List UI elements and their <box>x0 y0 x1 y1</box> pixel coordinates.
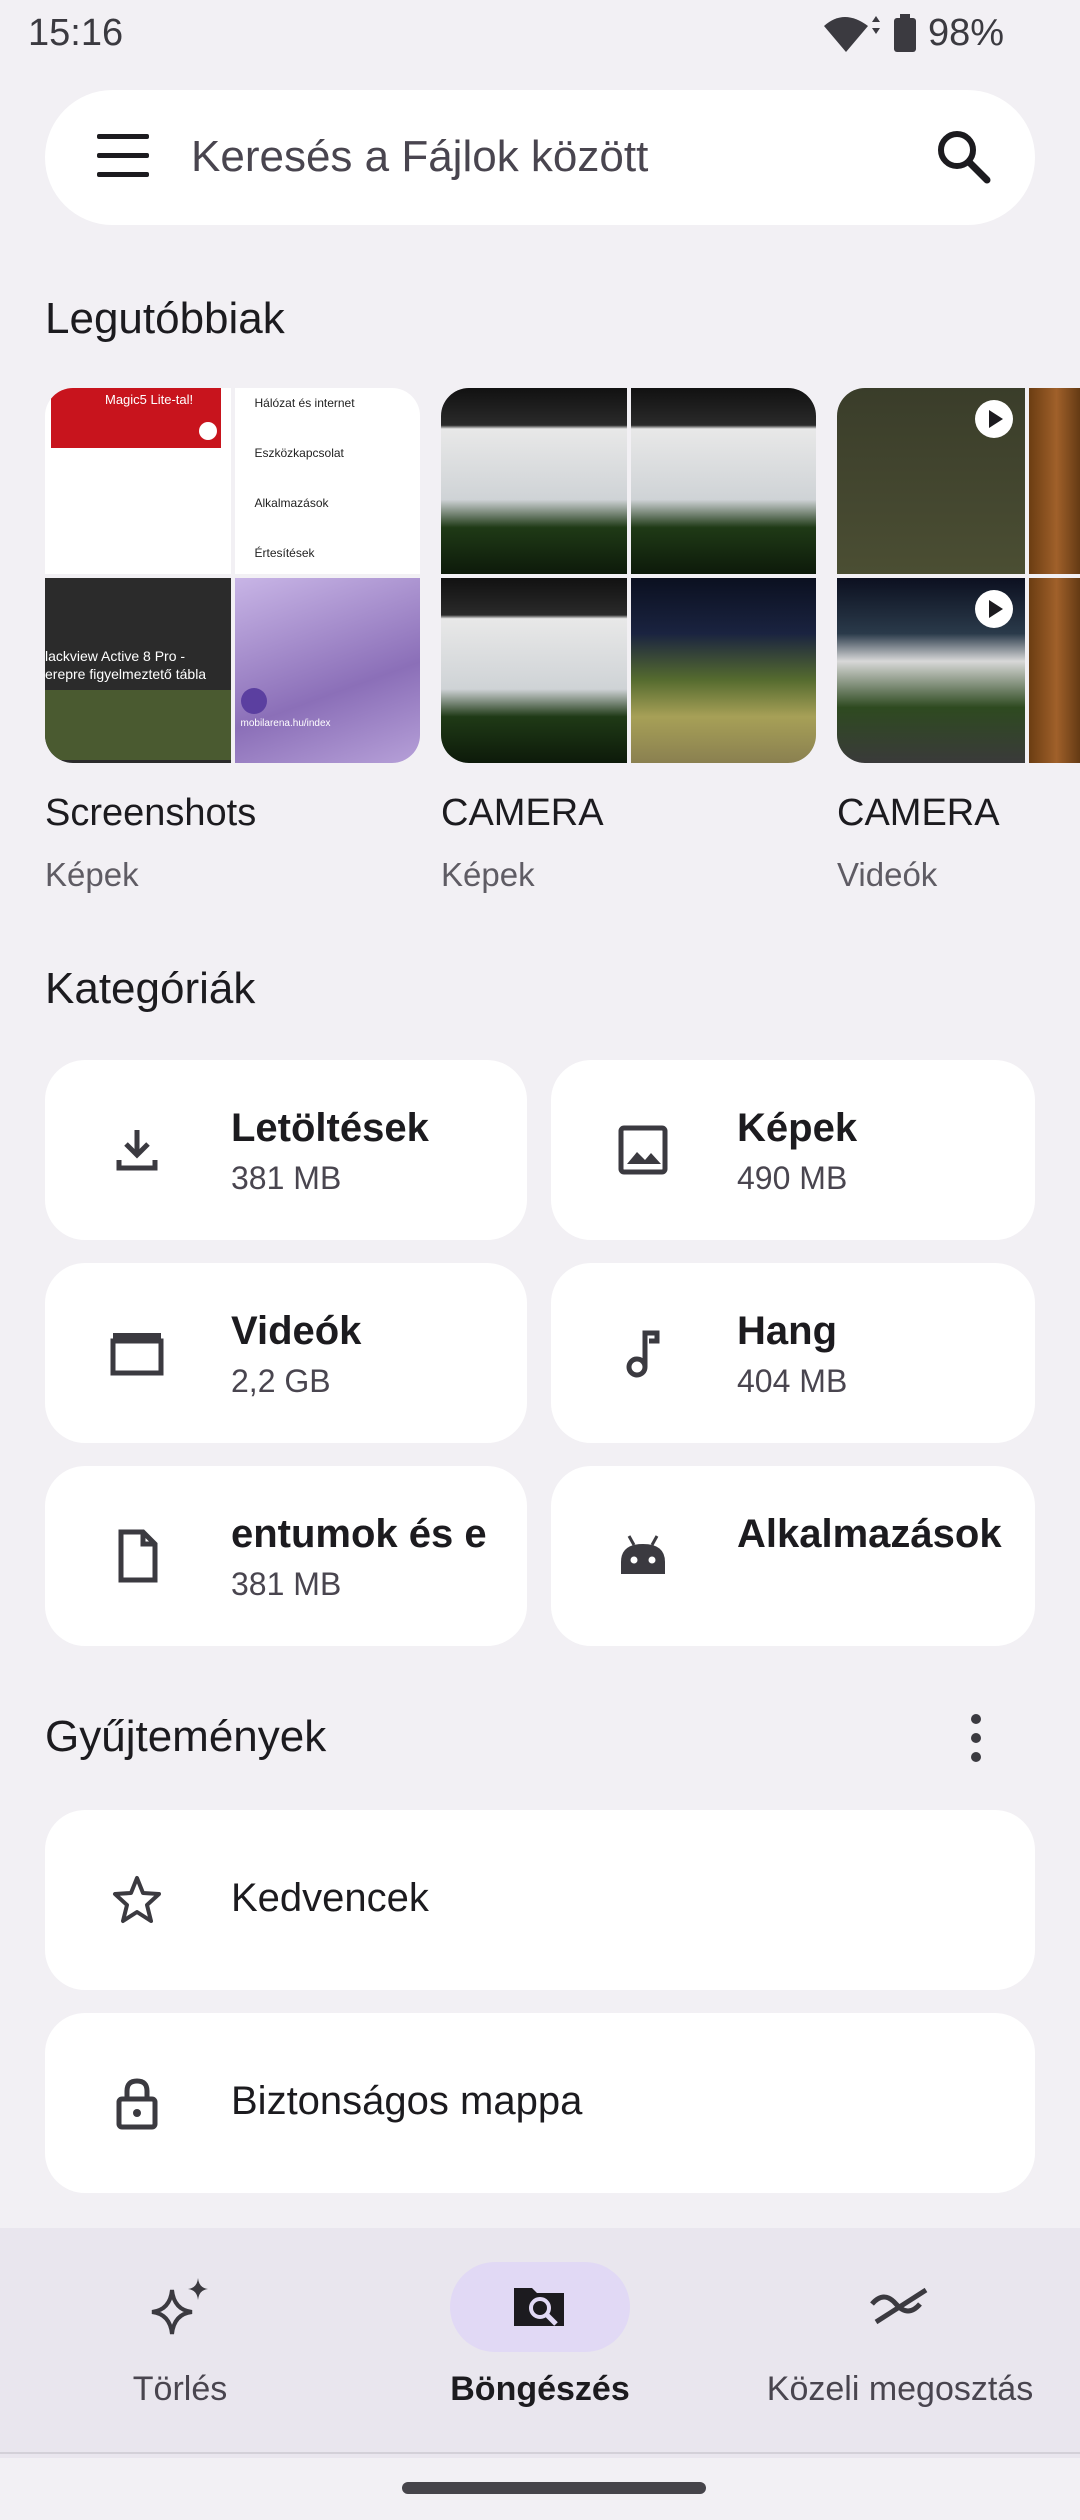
thumb-text: Alkalmazások <box>254 496 329 510</box>
recent-item-type: Képek <box>441 856 535 893</box>
recent-camera-videos-thumb[interactable] <box>837 388 1080 763</box>
thumb-text: Értesítések <box>254 546 315 560</box>
recent-screenshots-thumb[interactable]: Magic5 Lite-tal! Hálózat és internet Esz… <box>45 388 420 763</box>
nav-divider <box>0 2452 1080 2454</box>
category-size: 381 MB <box>231 1160 342 1196</box>
thumb-text: Eszközkapcsolat <box>254 446 344 460</box>
recent-camera-photos-thumb[interactable] <box>441 388 816 763</box>
folder-search-icon <box>514 2288 564 2326</box>
search-icon[interactable] <box>931 124 995 188</box>
category-size: 404 MB <box>737 1363 848 1399</box>
category-documents[interactable]: entumok és e 381 MB <box>45 1466 527 1646</box>
recent-title: Legutóbbiak <box>45 294 285 343</box>
category-name: Hang <box>737 1309 837 1353</box>
category-size: 2,2 GB <box>231 1363 331 1399</box>
nav-item-nearby-share[interactable]: Közeli megosztás <box>720 2228 1080 2458</box>
collection-safe-folder[interactable]: Biztonságos mappa <box>45 2013 1035 2193</box>
category-apps[interactable]: Alkalmazások <box>551 1466 1035 1646</box>
nav-label: Törlés <box>132 2370 228 2408</box>
nav-item-browse[interactable]: Böngészés <box>360 2228 720 2458</box>
category-downloads[interactable]: Letöltések 381 MB <box>45 1060 527 1240</box>
android-icon <box>621 1535 665 1574</box>
recent-item-type: Képek <box>45 856 139 893</box>
status-right: 98% <box>822 12 1004 55</box>
image-icon <box>618 1125 668 1175</box>
recent-item-name: CAMERA <box>837 792 1000 834</box>
search-bar[interactable]: Keresés a Fájlok között <box>45 90 1035 225</box>
thumb-text: Magic5 Lite-tal! <box>105 392 194 407</box>
category-name: Letöltések <box>231 1106 429 1150</box>
thumb-text: lackview Active 8 Pro - <box>45 647 186 664</box>
screenshot-thumb-2: Hálózat és internet Eszközkapcsolat Alka… <box>234 388 420 574</box>
battery-icon <box>893 13 916 52</box>
download-icon <box>116 1130 158 1171</box>
video-thumb-1 <box>837 388 1025 574</box>
category-audio[interactable]: Hang 404 MB <box>551 1263 1035 1443</box>
category-name: Képek <box>737 1106 858 1150</box>
category-size: 490 MB <box>737 1160 848 1196</box>
recent-item-name: Screenshots <box>45 792 257 834</box>
status-time: 15:16 <box>28 12 124 54</box>
status-bar: 15:16 98% <box>0 0 1080 72</box>
play-icon <box>975 400 1013 438</box>
play-icon <box>975 589 1013 628</box>
video-thumb-side <box>1029 388 1080 574</box>
collection-favorites[interactable]: Kedvencek <box>45 1810 1035 1990</box>
video-thumb-2 <box>837 577 1025 763</box>
video-thumb-side-2 <box>1029 577 1080 763</box>
category-size: 381 MB <box>231 1566 342 1602</box>
categories-title: Kategóriák <box>45 964 256 1013</box>
photo-thumb-4 <box>630 577 816 763</box>
category-name: Videók <box>231 1309 362 1353</box>
wifi-icon <box>823 15 880 52</box>
screenshot-thumb-3: lackview Active 8 Pro - erepre figyelmez… <box>45 577 231 763</box>
nearby-share-icon <box>870 2287 928 2325</box>
collection-name: Biztonságos mappa <box>231 2079 583 2123</box>
collections-title: Gyűjtemények <box>45 1712 327 1761</box>
screenshot-thumb-1: Magic5 Lite-tal! <box>45 388 231 574</box>
category-images[interactable]: Képek 490 MB <box>551 1060 1035 1240</box>
photo-thumb-2 <box>630 388 816 574</box>
battery-percent: 98% <box>927 12 1004 54</box>
thumb-text: erepre figyelmeztető tábla <box>45 665 207 682</box>
nav-label: Közeli megosztás <box>766 2370 1034 2408</box>
category-name: entumok és e <box>231 1512 487 1556</box>
recent-item-name: CAMERA <box>441 792 604 834</box>
nav-label: Böngészés <box>450 2370 630 2408</box>
movie-icon <box>110 1333 164 1376</box>
photo-thumb-3 <box>441 577 627 763</box>
collection-name: Kedvencek <box>231 1876 429 1920</box>
thumb-text: mobilarena.hu/index <box>240 717 331 729</box>
bottom-navigation: Törlés Böngészés Közeli megosztás <box>0 2228 1080 2458</box>
recent-item-type: Videók <box>837 856 938 893</box>
music-note-icon <box>626 1330 660 1378</box>
star-icon <box>113 1876 161 1923</box>
menu-icon[interactable] <box>97 134 149 178</box>
document-icon <box>118 1529 158 1583</box>
nav-item-clean[interactable]: Törlés <box>0 2228 360 2458</box>
lock-icon <box>116 2078 158 2130</box>
category-videos[interactable]: Videók 2,2 GB <box>45 1263 527 1443</box>
thumb-text: Hálózat és internet <box>254 396 355 410</box>
search-input[interactable]: Keresés a Fájlok között <box>191 132 648 182</box>
sparkle-icon <box>151 2278 208 2335</box>
category-name: Alkalmazások <box>737 1512 1002 1556</box>
more-options-icon[interactable] <box>968 1712 984 1764</box>
home-indicator[interactable] <box>402 2482 706 2494</box>
photo-thumb-1 <box>441 388 627 574</box>
screenshot-thumb-4: mobilarena.hu/index <box>234 577 420 763</box>
